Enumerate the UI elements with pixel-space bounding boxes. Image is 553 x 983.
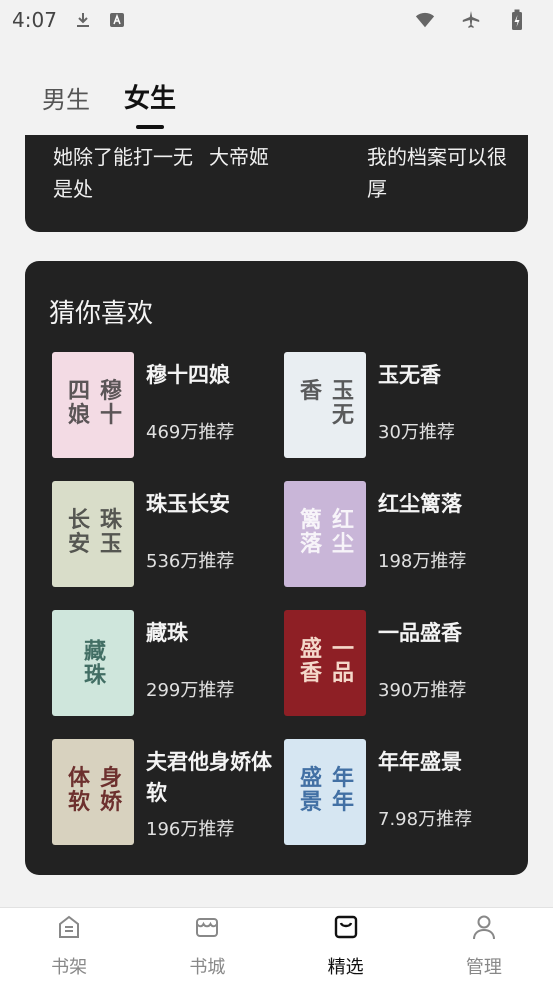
nav-store[interactable]: 书城 [138,908,276,983]
book-recommend-count: 469万推荐 [146,422,235,443]
nav-featured-label: 精选 [327,957,364,978]
book-title[interactable]: 玉无香 [378,360,518,391]
status-time: 4:07 [12,8,57,32]
book-title[interactable]: 一品盛香 [378,618,518,649]
book-item[interactable]: 玉无香 玉无香 30万推荐 [284,352,514,460]
featured-icon [331,912,361,947]
battery-charging-icon [507,9,527,30]
section-title: 猜你喜欢 [49,299,154,329]
book-cover[interactable]: 珠玉长安 [52,481,134,587]
bottom-navigation: 书架 书城 精选 管理 [0,907,553,983]
nav-bookshelf-label: 书架 [51,957,88,978]
book-item[interactable]: 穆十四娘 穆十四娘 469万推荐 [52,352,282,460]
nav-manage-label: 管理 [465,957,502,978]
book-recommend-count: 299万推荐 [146,680,235,701]
book-cover[interactable]: 身娇体软 [52,739,134,845]
book-cover[interactable]: 红尘篱落 [284,481,366,587]
book-title[interactable]: 珠玉长安 [146,489,286,520]
user-icon [469,912,499,947]
tab-male[interactable]: 男生 [42,80,90,115]
guess-you-like-card: 猜你喜欢 穆十四娘 穆十四娘 469万推荐 玉无香 玉无香 30万推荐 珠玉长安… [25,261,528,875]
book-recommend-count: 536万推荐 [146,551,235,572]
nav-bookshelf[interactable]: 书架 [0,908,138,983]
book-cover[interactable]: 玉无香 [284,352,366,458]
book-cover[interactable]: 穆十四娘 [52,352,134,458]
top-book-title[interactable]: 她除了能打一无是处 [53,141,193,205]
book-title[interactable]: 夫君他身娇体软 [146,747,286,809]
book-cover[interactable]: 一品盛香 [284,610,366,716]
book-title[interactable]: 年年盛景 [378,747,518,778]
tab-female[interactable]: 女生 [124,78,176,115]
book-cover[interactable]: 藏珠 [52,610,134,716]
book-title[interactable]: 红尘篱落 [378,489,518,520]
wifi-icon [415,10,435,30]
book-cover[interactable]: 年年盛景 [284,739,366,845]
store-icon [192,912,222,947]
top-book-card: 她除了能打一无是处 大帝姬 我的档案可以很厚 [25,135,528,232]
airplane-icon [461,10,481,30]
a-notification-icon [107,10,127,30]
book-recommend-count: 198万推荐 [378,551,467,572]
book-title[interactable]: 穆十四娘 [146,360,286,391]
gender-tabs: 男生 女生 [42,78,176,115]
book-item[interactable]: 红尘篱落 红尘篱落 198万推荐 [284,481,514,589]
book-item[interactable]: 年年盛景 年年盛景 7.98万推荐 [284,739,514,847]
book-recommend-count: 390万推荐 [378,680,467,701]
book-recommend-count: 7.98万推荐 [378,809,473,830]
download-icon [73,10,93,30]
nav-featured[interactable]: 精选 [277,908,415,983]
nav-store-label: 书城 [189,957,226,978]
book-item[interactable]: 珠玉长安 珠玉长安 536万推荐 [52,481,282,589]
nav-manage[interactable]: 管理 [415,908,553,983]
status-bar: 4:07 [0,0,553,40]
book-item[interactable]: 藏珠 藏珠 299万推荐 [52,610,282,718]
book-item[interactable]: 身娇体软 夫君他身娇体软 196万推荐 [52,739,282,847]
book-recommend-count: 196万推荐 [146,819,235,840]
book-title[interactable]: 藏珠 [146,618,286,649]
top-book-title[interactable]: 大帝姬 [209,141,329,173]
book-recommend-count: 30万推荐 [378,422,455,443]
top-book-title[interactable]: 我的档案可以很厚 [367,141,507,205]
bookshelf-icon [54,912,84,947]
book-item[interactable]: 一品盛香 一品盛香 390万推荐 [284,610,514,718]
